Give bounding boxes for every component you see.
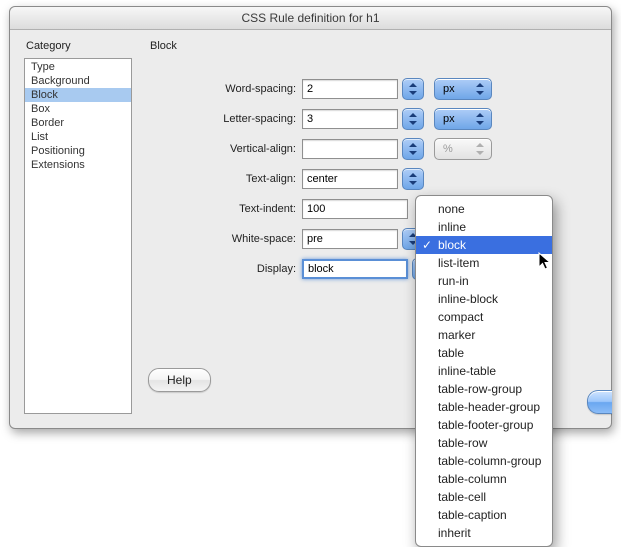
ok-button[interactable]: [587, 390, 612, 414]
row-vertical-align: Vertical-align: %: [148, 138, 597, 160]
stepper-vertical-align[interactable]: [402, 138, 424, 160]
dropdown-item[interactable]: inherit: [416, 524, 552, 542]
window-title: CSS Rule definition for h1: [241, 11, 379, 25]
dropdown-item[interactable]: table-row-group: [416, 380, 552, 398]
unit-letter-spacing[interactable]: px: [434, 108, 492, 130]
category-item[interactable]: Extensions: [25, 158, 131, 172]
category-item[interactable]: Positioning: [25, 144, 131, 158]
input-word-spacing[interactable]: [302, 79, 398, 99]
input-text-indent[interactable]: [302, 199, 408, 219]
help-button[interactable]: Help: [148, 368, 211, 392]
unit-vertical-align[interactable]: %: [434, 138, 492, 160]
dropdown-item[interactable]: run-in: [416, 272, 552, 290]
dropdown-item[interactable]: list-item: [416, 254, 552, 272]
label-text-align: Text-align:: [148, 173, 302, 185]
dropdown-item[interactable]: ✓block: [416, 236, 552, 254]
category-item[interactable]: Background: [25, 74, 131, 88]
dropdown-item[interactable]: inline-block: [416, 290, 552, 308]
label-text-indent: Text-indent:: [148, 203, 302, 215]
input-display[interactable]: [302, 259, 408, 279]
category-list[interactable]: TypeBackgroundBlockBoxBorderListPosition…: [24, 58, 132, 414]
dropdown-item[interactable]: inline-table: [416, 362, 552, 380]
stepper-text-align[interactable]: [402, 168, 424, 190]
label-display: Display:: [148, 263, 302, 275]
sidebar-heading: Category: [24, 40, 132, 52]
dropdown-item[interactable]: table-row: [416, 434, 552, 452]
dropdown-item[interactable]: table-header-group: [416, 398, 552, 416]
dropdown-item[interactable]: table-column-group: [416, 452, 552, 470]
label-white-space: White-space:: [148, 233, 302, 245]
row-text-align: Text-align:: [148, 168, 597, 190]
label-letter-spacing: Letter-spacing:: [148, 113, 302, 125]
row-word-spacing: Word-spacing: px: [148, 78, 597, 100]
sidebar: Category TypeBackgroundBlockBoxBorderLis…: [24, 40, 132, 414]
check-icon: ✓: [422, 237, 432, 253]
dropdown-item[interactable]: table-caption: [416, 506, 552, 524]
category-item[interactable]: Box: [25, 102, 131, 116]
input-vertical-align[interactable]: [302, 139, 398, 159]
input-white-space[interactable]: [302, 229, 398, 249]
category-item[interactable]: Block: [25, 88, 131, 102]
dropdown-item[interactable]: table-cell: [416, 488, 552, 506]
dropdown-item[interactable]: none: [416, 200, 552, 218]
dropdown-item[interactable]: table-column: [416, 470, 552, 488]
category-item[interactable]: Border: [25, 116, 131, 130]
category-item[interactable]: List: [25, 130, 131, 144]
dropdown-item[interactable]: compact: [416, 308, 552, 326]
input-text-align[interactable]: [302, 169, 398, 189]
dropdown-item[interactable]: table: [416, 344, 552, 362]
stepper-word-spacing[interactable]: [402, 78, 424, 100]
label-vertical-align: Vertical-align:: [148, 143, 302, 155]
display-dropdown[interactable]: noneinline✓blocklist-itemrun-ininline-bl…: [415, 195, 553, 547]
dropdown-item[interactable]: table-footer-group: [416, 416, 552, 434]
dropdown-item[interactable]: inline: [416, 218, 552, 236]
row-letter-spacing: Letter-spacing: px: [148, 108, 597, 130]
category-item[interactable]: Type: [25, 60, 131, 74]
unit-word-spacing[interactable]: px: [434, 78, 492, 100]
panel-heading: Block: [148, 40, 597, 52]
stepper-letter-spacing[interactable]: [402, 108, 424, 130]
title-bar: CSS Rule definition for h1: [10, 7, 611, 30]
dropdown-item[interactable]: marker: [416, 326, 552, 344]
input-letter-spacing[interactable]: [302, 109, 398, 129]
label-word-spacing: Word-spacing:: [148, 83, 302, 95]
